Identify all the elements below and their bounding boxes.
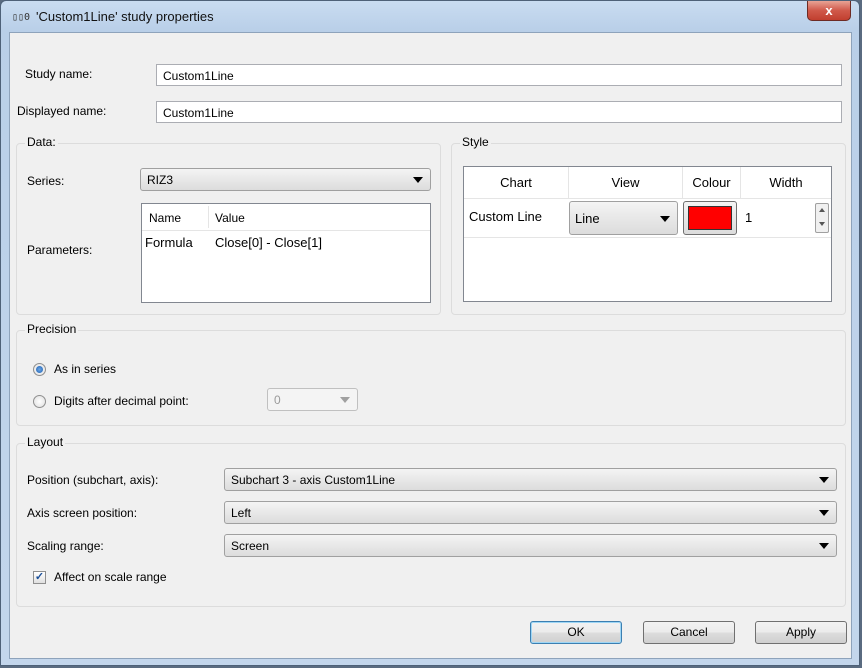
series-value: RIZ3 bbox=[147, 173, 174, 187]
param-value-cell[interactable]: Close[0] - Close[1] bbox=[215, 235, 322, 250]
digits-label[interactable]: Digits after decimal point: bbox=[54, 394, 189, 408]
spin-down-icon[interactable] bbox=[819, 222, 825, 226]
precision-group: Precision As in series Digits after deci… bbox=[16, 322, 846, 426]
style-header-chart: Chart bbox=[464, 167, 569, 199]
cancel-button[interactable]: Cancel bbox=[643, 621, 735, 644]
series-select[interactable]: RIZ3 bbox=[140, 168, 431, 191]
view-value: Line bbox=[575, 211, 600, 226]
chevron-down-icon bbox=[413, 177, 423, 183]
spin-up-icon[interactable] bbox=[819, 208, 825, 212]
scaling-range-value: Screen bbox=[231, 539, 270, 553]
study-name-input[interactable]: Custom1Line bbox=[156, 64, 842, 86]
ok-button[interactable]: OK bbox=[530, 621, 622, 644]
style-header-colour: Colour bbox=[683, 167, 741, 199]
digits-value: 0 bbox=[274, 393, 281, 407]
chevron-down-icon bbox=[819, 510, 829, 516]
axis-position-select[interactable]: Left bbox=[224, 501, 837, 524]
precision-group-title: Precision bbox=[25, 322, 79, 336]
width-value: 1 bbox=[745, 210, 753, 225]
position-value: Subchart 3 - axis Custom1Line bbox=[231, 473, 396, 487]
apply-button[interactable]: Apply bbox=[755, 621, 847, 644]
affect-scale-checkbox[interactable]: ✓ bbox=[33, 571, 46, 584]
scaling-range-select[interactable]: Screen bbox=[224, 534, 837, 557]
param-name-cell: Formula bbox=[145, 235, 193, 250]
data-group: Data: Series: RIZ3 Parameters: Name Valu… bbox=[16, 135, 441, 315]
dialog-body: Study name: Custom1Line Displayed name: … bbox=[9, 32, 852, 659]
study-icon: ▯▯0 bbox=[12, 12, 31, 23]
style-header-width: Width bbox=[741, 167, 831, 199]
style-header-view: View bbox=[569, 167, 683, 199]
param-header-name: Name bbox=[149, 211, 182, 225]
style-group: Style Chart View Colour Width Custom Lin… bbox=[451, 135, 846, 315]
chevron-down-icon bbox=[819, 477, 829, 483]
data-group-title: Data: bbox=[25, 135, 58, 149]
window-title: 'Custom1Line' study properties bbox=[36, 9, 214, 24]
study-properties-dialog: ▯▯0 'Custom1Line' study properties x Stu… bbox=[0, 0, 860, 666]
scaling-range-label: Scaling range: bbox=[27, 539, 104, 553]
layout-group: Layout Position (subchart, axis): Subcha… bbox=[16, 435, 846, 607]
chevron-down-icon bbox=[660, 216, 670, 222]
axis-position-label: Axis screen position: bbox=[27, 506, 138, 520]
digits-radio[interactable] bbox=[33, 395, 46, 408]
table-row[interactable]: Custom Line Line 1 bbox=[464, 199, 831, 238]
as-in-series-radio[interactable] bbox=[33, 363, 46, 376]
style-group-title: Style bbox=[460, 135, 491, 149]
table-row[interactable]: Formula Close[0] - Close[1] bbox=[142, 230, 430, 254]
displayed-name-input[interactable]: Custom1Line bbox=[156, 101, 842, 123]
param-header-value: Value bbox=[215, 211, 245, 225]
colour-picker-button[interactable] bbox=[683, 201, 737, 235]
close-button[interactable]: x bbox=[807, 1, 851, 21]
style-table: Chart View Colour Width Custom Line Line… bbox=[463, 166, 832, 302]
displayed-name-label: Displayed name: bbox=[17, 104, 107, 118]
parameters-label: Parameters: bbox=[27, 243, 93, 257]
position-select[interactable]: Subchart 3 - axis Custom1Line bbox=[224, 468, 837, 491]
position-label: Position (subchart, axis): bbox=[27, 473, 159, 487]
parameters-header: Name Value bbox=[142, 204, 430, 231]
affect-scale-label[interactable]: Affect on scale range bbox=[54, 570, 167, 584]
width-spinner[interactable] bbox=[815, 203, 829, 233]
study-name-label: Study name: bbox=[25, 67, 93, 81]
digits-select[interactable]: 0 bbox=[267, 388, 358, 411]
chevron-down-icon bbox=[819, 543, 829, 549]
style-chart-cell: Custom Line bbox=[469, 209, 542, 224]
colour-swatch bbox=[688, 206, 732, 230]
layout-group-title: Layout bbox=[25, 435, 66, 449]
chevron-down-icon bbox=[340, 397, 350, 403]
series-label: Series: bbox=[27, 174, 65, 188]
view-select[interactable]: Line bbox=[569, 201, 678, 235]
axis-position-value: Left bbox=[231, 506, 252, 520]
parameters-table: Name Value Formula Close[0] - Close[1] bbox=[141, 203, 431, 303]
title-bar[interactable]: ▯▯0 'Custom1Line' study properties x bbox=[1, 1, 859, 33]
as-in-series-label[interactable]: As in series bbox=[54, 362, 116, 376]
